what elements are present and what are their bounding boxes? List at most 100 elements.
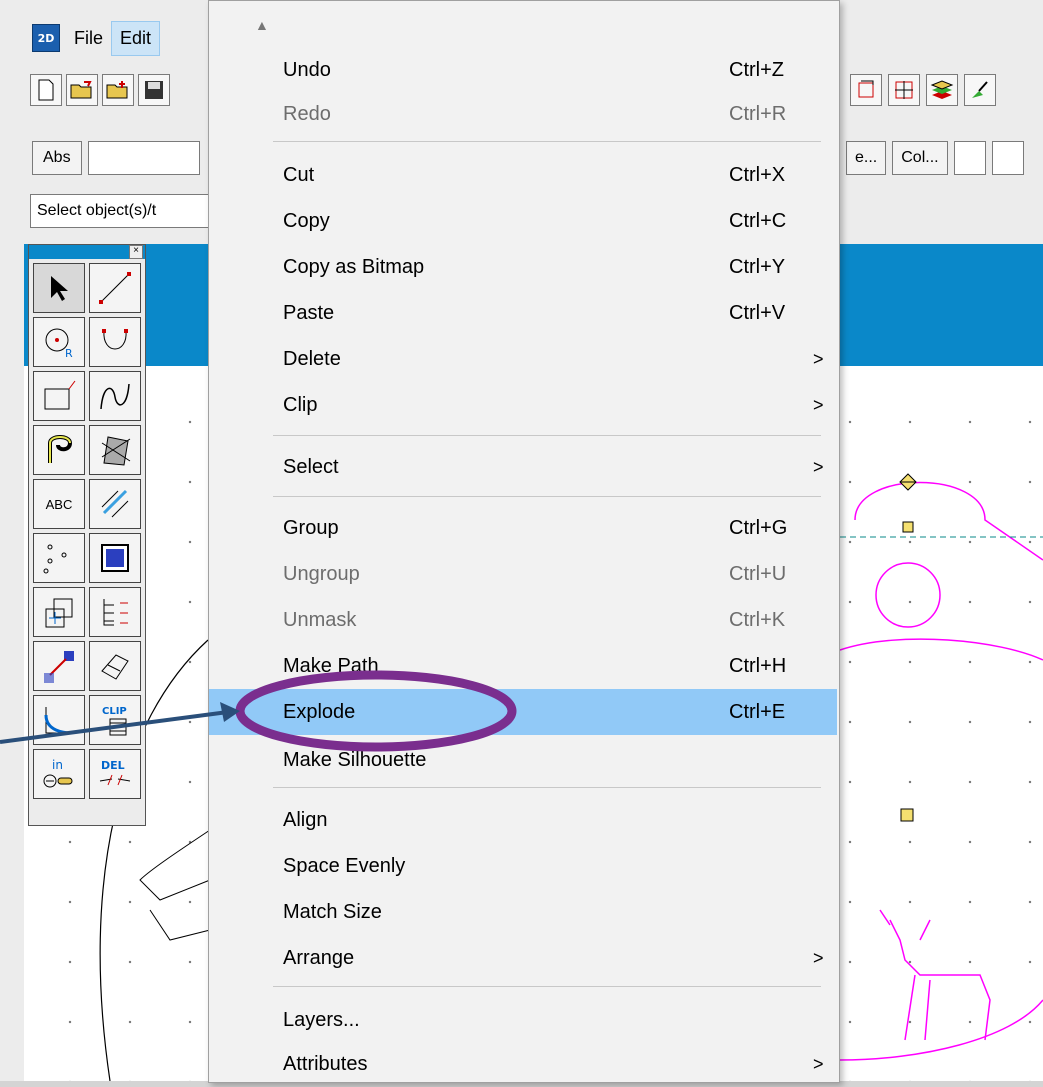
menu-separator [273,496,821,497]
menu-item-label: Redo [283,102,331,125]
hatch-tool-icon[interactable] [89,425,141,475]
eraser-tool-icon[interactable] [89,641,141,691]
menu-item-label: Arrange [283,946,355,969]
menu-item-redo[interactable]: Redo Ctrl+R [209,91,839,137]
svg-text:DEL: DEL [101,759,125,772]
selection-handle-center[interactable] [900,808,914,822]
selection-handle-top[interactable] [902,521,914,533]
menu-item-shortcut: Ctrl+R [729,102,787,125]
menu-item-select[interactable]: Select > [209,444,839,490]
menu-item-shortcut: Ctrl+K [729,608,786,631]
menu-item-label: Make Silhouette [283,748,427,771]
menu-item-layers[interactable]: Layers... [209,997,839,1043]
menu-item-label: Match Size [283,900,382,923]
input-tool-icon[interactable]: in [33,749,85,799]
menu-item-label: Group [283,516,339,539]
clip-tool-icon[interactable]: CLIP [89,695,141,745]
fill-tool-icon[interactable] [89,533,141,583]
menu-item-shortcut: Ctrl+C [729,209,787,232]
line-tool-icon[interactable] [89,263,141,313]
menu-item-label: Make Path [283,654,379,677]
menu-item-ungroup[interactable]: Ungroup Ctrl+U [209,551,839,597]
menu-item-paste[interactable]: Paste Ctrl+V [209,290,839,336]
menu-separator [273,435,821,436]
point-tool-icon[interactable] [33,533,85,583]
array-tool-icon[interactable] [89,587,141,637]
svg-text:R: R [65,347,73,359]
copy-tool-icon[interactable] [33,587,85,637]
menu-item-shortcut: Ctrl+Z [729,58,784,81]
chevron-right-icon: > [813,394,824,415]
menu-item-make-path[interactable]: Make Path Ctrl+H [209,643,839,689]
menu-item-cut[interactable]: Cut Ctrl+X [209,152,839,198]
menu-item-label: Copy [283,209,330,232]
menu-item-make-silhouette[interactable]: Make Silhouette [209,737,839,783]
dimension-tool-icon[interactable] [89,479,141,529]
ornament-hole [875,562,941,628]
fillet-tool-icon[interactable] [33,695,85,745]
menu-item-label: Space Evenly [283,854,406,877]
menu-separator [273,986,821,987]
menu-item-space-evenly[interactable]: Space Evenly [209,843,839,889]
menu-separator [273,787,821,788]
menu-item-arrange[interactable]: Arrange > [209,935,839,981]
menu-item-group[interactable]: Group Ctrl+G [209,505,839,551]
palette-titlebar[interactable]: × [29,245,145,259]
menu-item-shortcut: Ctrl+E [729,700,786,723]
scroll-up-icon[interactable]: ▲ [255,17,269,33]
menu-item-label: Ungroup [283,562,360,585]
menu-item-shortcut: Ctrl+Y [729,255,786,278]
menu-item-explode[interactable]: Explode Ctrl+E [209,689,837,735]
svg-text:CLIP: CLIP [102,706,127,717]
ornament-rim [839,638,1043,661]
menu-item-align[interactable]: Align [209,797,839,843]
scale-tool-icon[interactable] [33,641,85,691]
rectangle-tool-icon[interactable] [33,371,85,421]
menu-item-shortcut: Ctrl+H [729,654,787,677]
menu-item-label: Unmask [283,608,357,631]
menu-item-attributes[interactable]: Attributes > [209,1041,839,1087]
text-tool-icon[interactable]: ABC [33,479,85,529]
chevron-right-icon: > [813,947,824,968]
menu-item-shortcut: Ctrl+V [729,301,786,324]
arc-tool-icon[interactable] [89,317,141,367]
menu-item-label: Select [283,455,339,478]
menu-item-label: Delete [283,347,341,370]
ornament-bottom [839,999,1043,1061]
close-icon[interactable]: × [129,245,143,259]
tool-palette: × R ABC CLIP in DEL [28,244,146,826]
menu-item-label: Layers... [283,1008,360,1031]
menu-item-label: Copy as Bitmap [283,255,425,278]
delete-segment-tool-icon[interactable]: DEL [89,749,141,799]
palette-grid: R ABC CLIP in DEL [29,259,145,803]
chevron-right-icon: > [813,348,824,369]
deer-shape [879,909,991,1041]
app-window: 2D File Edit Abs e... Col... Select obje… [0,0,1043,1083]
circle-radius-tool-icon[interactable]: R [33,317,85,367]
menu-item-label: Explode [283,700,356,723]
offset-tool-icon[interactable] [33,425,85,475]
menu-item-copy[interactable]: Copy Ctrl+C [209,198,839,244]
menu-item-clip[interactable]: Clip > [209,382,839,428]
curve-tool-icon[interactable] [89,371,141,421]
menu-separator [273,141,821,142]
menu-item-delete[interactable]: Delete > [209,336,839,382]
menu-item-shortcut: Ctrl+G [729,516,788,539]
chevron-right-icon: > [813,456,824,477]
select-tool-icon[interactable] [33,263,85,313]
continent-outline-2 [149,909,211,941]
menu-item-label: Clip [283,393,318,416]
menu-item-label: Paste [283,301,335,324]
continent-outline [139,829,211,901]
menu-item-label: Attributes [283,1052,368,1075]
menu-item-shortcut: Ctrl+X [729,163,786,186]
menu-item-copy-as-bitmap[interactable]: Copy as Bitmap Ctrl+Y [209,244,839,290]
menu-item-label: Align [283,808,328,831]
edit-menu-dropdown: ▲ Undo Ctrl+Z Redo Ctrl+R Cut Ctrl+X Cop… [208,0,840,1083]
menu-item-undo[interactable]: Undo Ctrl+Z [209,47,839,93]
menu-item-label: Cut [283,163,315,186]
menu-item-match-size[interactable]: Match Size [209,889,839,935]
menu-item-unmask[interactable]: Unmask Ctrl+K [209,597,839,643]
menu-item-shortcut: Ctrl+U [729,562,787,585]
svg-text:in: in [52,758,63,772]
